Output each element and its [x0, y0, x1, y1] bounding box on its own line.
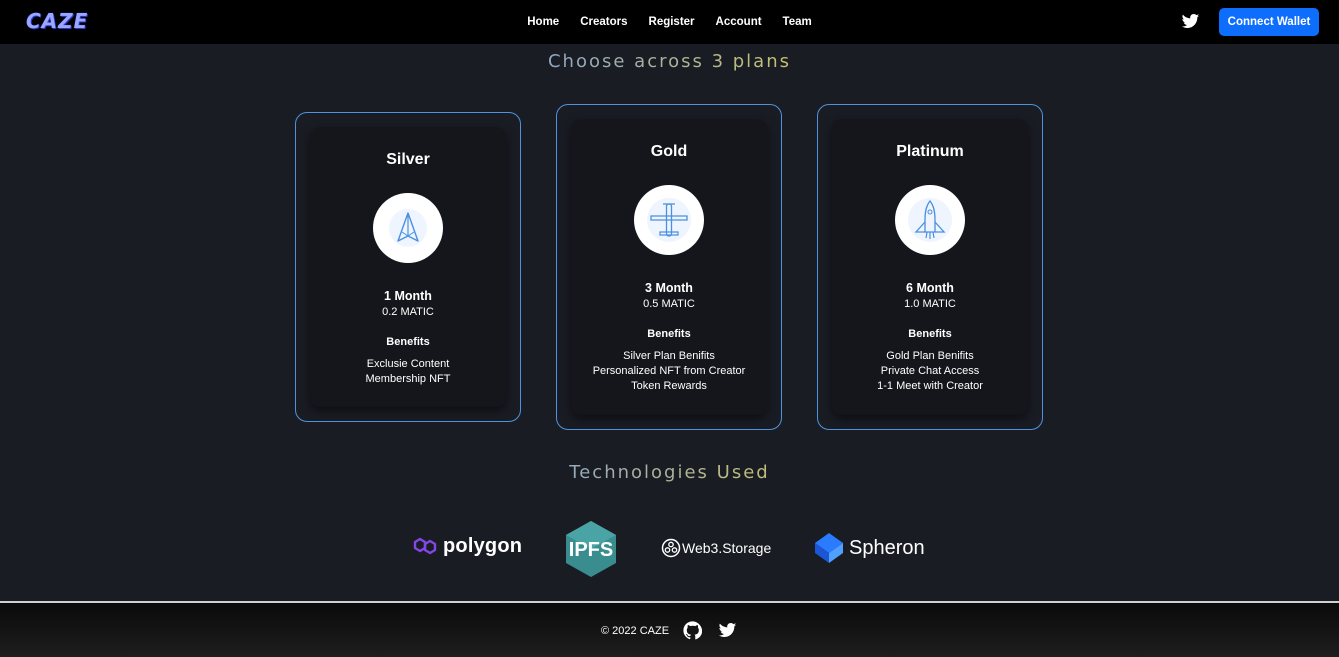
plan-name: Platinum	[896, 143, 964, 160]
nav-link-account[interactable]: Account	[716, 16, 762, 28]
benefit-item: Silver Plan Benifits	[623, 350, 715, 362]
nav-link-home[interactable]: Home	[527, 16, 559, 28]
caze-logo[interactable]: CAZE	[26, 9, 88, 33]
ipfs-hexagon-icon: IPFS	[566, 521, 616, 577]
polygon-mark-icon	[413, 537, 437, 555]
twitter-icon[interactable]	[1181, 12, 1200, 31]
plan-benefits-title: Benefits	[386, 336, 430, 348]
navbar: CAZE Home Creators Register Account Team…	[0, 0, 1339, 44]
nav-link-team[interactable]: Team	[783, 16, 812, 28]
plan-duration: 1 Month	[384, 289, 432, 303]
plan-price: 0.5 MATIC	[643, 298, 695, 310]
web3-storage-wordmark: Web3.Storage	[682, 540, 772, 556]
benefit-item: Private Chat Access	[880, 365, 980, 377]
benefit-item: Exclusie Content	[366, 358, 450, 370]
nav-link-register[interactable]: Register	[649, 16, 695, 28]
ipfs-wordmark: IPFS	[569, 539, 613, 561]
polygon-logo: polygon	[411, 534, 522, 558]
footer: © 2022 CAZE	[0, 603, 1339, 657]
benefit-item: Membership NFT	[365, 373, 451, 385]
tech-section-title: Technologies Used	[0, 462, 1339, 483]
nav-links: Home Creators Register Account Team	[0, 0, 1339, 44]
copyright-text: © 2022 CAZE	[601, 625, 670, 637]
spheron-logo: Spheron	[813, 531, 925, 565]
plan-benefits-list: Exclusie Content Membership NFT	[310, 357, 506, 387]
plans-section-title: Choose across 3 plans	[0, 51, 1339, 72]
spheron-wordmark: Spheron	[849, 536, 925, 559]
plan-price: 0.2 MATIC	[382, 306, 434, 318]
spheron-icon	[815, 533, 843, 563]
plan-name: Silver	[386, 151, 430, 168]
tech-logos-row: polygon IPFS Web3.Storage Spheron	[0, 520, 1339, 578]
github-icon[interactable]	[683, 621, 702, 640]
plan-benefits-title: Benefits	[908, 328, 952, 340]
plan-duration: 6 Month	[906, 281, 954, 295]
plan-card-inner: Gold 3 Month 0.5 MATIC Benefits Silver P…	[571, 119, 767, 415]
airplane-icon	[634, 185, 704, 255]
benefit-item: Token Rewards	[631, 380, 707, 392]
twitter-icon[interactable]	[718, 621, 737, 640]
plan-benefits-list: Silver Plan Benifits Personalized NFT fr…	[571, 349, 767, 394]
plan-price: 1.0 MATIC	[904, 298, 956, 310]
plan-card-gold[interactable]: Gold 3 Month 0.5 MATIC Benefits Silver P…	[556, 104, 782, 430]
benefit-item: 1-1 Meet with Creator	[877, 380, 983, 392]
plan-benefits-list: Gold Plan Benifits Private Chat Access 1…	[832, 349, 1028, 394]
ipfs-logo: IPFS	[565, 520, 617, 578]
plan-card-inner: Silver 1 Month 0.2 MATIC Benefits Exclus…	[310, 127, 506, 407]
plan-benefits-title: Benefits	[647, 328, 691, 340]
web3-storage-icon	[661, 538, 681, 558]
paper-plane-icon	[373, 193, 443, 263]
plan-card-silver[interactable]: Silver 1 Month 0.2 MATIC Benefits Exclus…	[295, 112, 521, 422]
space-shuttle-icon	[895, 185, 965, 255]
web3-storage-logo: Web3.Storage	[661, 538, 771, 558]
benefit-item: Gold Plan Benifits	[886, 350, 974, 362]
plan-duration: 3 Month	[645, 281, 693, 295]
plan-card-inner: Platinum 6 Month 1.0 MATIC Benefits Gold…	[832, 119, 1028, 415]
polygon-wordmark: polygon	[443, 534, 523, 557]
plan-name: Gold	[650, 143, 688, 160]
nav-link-creators[interactable]: Creators	[580, 16, 627, 28]
plan-card-platinum[interactable]: Platinum 6 Month 1.0 MATIC Benefits Gold…	[817, 104, 1043, 430]
connect-wallet-button[interactable]: Connect Wallet	[1219, 8, 1319, 36]
benefit-item: Personalized NFT from Creator	[592, 365, 746, 377]
